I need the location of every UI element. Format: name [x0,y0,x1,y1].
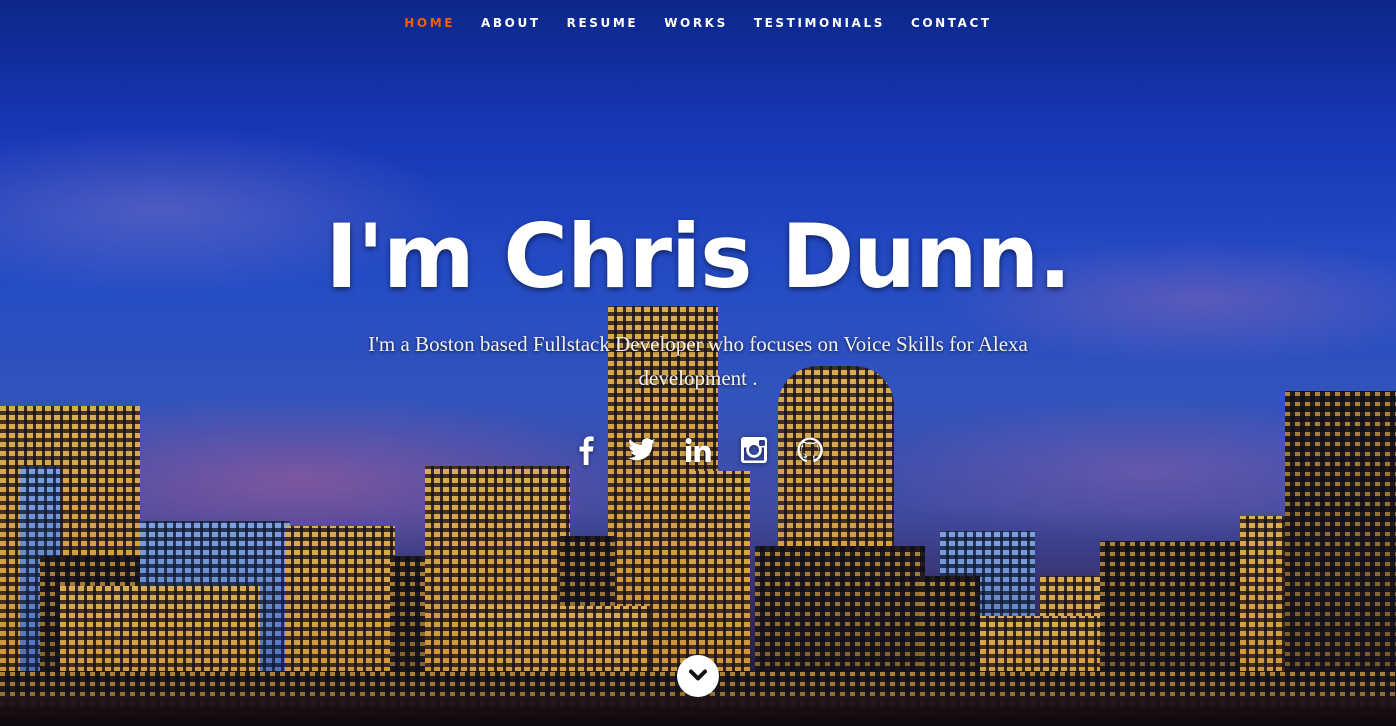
linkedin-icon[interactable] [682,432,714,468]
nav-item-about[interactable]: ABOUT [468,16,554,30]
nav-item-works[interactable]: WORKS [651,16,741,30]
banner: I'm Chris Dunn. I'm a Boston based Fulls… [0,205,1396,395]
social-links [0,432,1396,468]
nav-list: HOME ABOUT RESUME WORKS TESTIMONIALS CON… [0,0,1396,30]
nav-item-resume[interactable]: RESUME [554,16,652,30]
facebook-icon[interactable] [570,432,602,468]
chevron-down-icon [689,669,707,681]
nav-item-home[interactable]: HOME [391,16,468,30]
nav-item-testimonials[interactable]: TESTIMONIALS [741,16,898,30]
github-icon[interactable] [794,432,826,468]
nav-item-contact[interactable]: CONTACT [898,16,1005,30]
home-hero: HOME ABOUT RESUME WORKS TESTIMONIALS CON… [0,0,1396,726]
tagline: I'm a Boston based Fullstack Developer w… [368,332,1028,390]
instagram-icon[interactable] [738,432,770,468]
twitter-icon[interactable] [626,432,658,468]
page-title: I'm Chris Dunn. [325,205,1071,308]
scroll-down-button[interactable] [677,655,719,697]
main-nav: HOME ABOUT RESUME WORKS TESTIMONIALS CON… [0,0,1396,46]
